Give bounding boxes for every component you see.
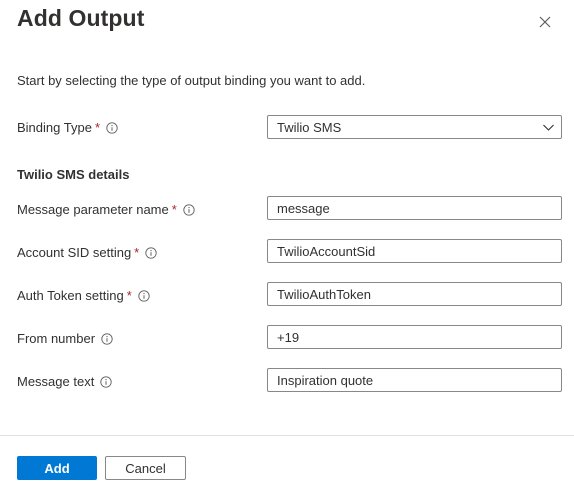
from-number-label-row: From number xyxy=(17,331,113,346)
message-parameter-label: Message parameter name xyxy=(17,202,169,217)
message-text-value: Inspiration quote xyxy=(277,372,374,388)
chevron-down-icon xyxy=(543,124,554,131)
from-number-label: From number xyxy=(17,331,96,346)
intro-text: Start by selecting the type of output bi… xyxy=(17,73,366,88)
message-text-label: Message text xyxy=(17,374,95,389)
info-icon[interactable] xyxy=(106,121,118,134)
info-icon[interactable] xyxy=(100,375,112,388)
from-number-input[interactable]: +19 xyxy=(267,325,562,349)
info-icon[interactable] xyxy=(145,246,157,259)
message-text-label-row: Message text xyxy=(17,374,112,389)
auth-token-value: TwilioAuthToken xyxy=(277,286,371,302)
add-button[interactable]: Add xyxy=(17,456,97,480)
auth-token-label-row: Auth Token setting * xyxy=(17,288,150,303)
required-marker: * xyxy=(171,202,177,217)
binding-type-select[interactable]: Twilio SMS xyxy=(267,115,562,139)
auth-token-label: Auth Token setting xyxy=(17,288,124,303)
auth-token-input[interactable]: TwilioAuthToken xyxy=(267,282,562,306)
required-marker: * xyxy=(126,288,132,303)
panel-title: Add Output xyxy=(17,5,145,31)
account-sid-input[interactable]: TwilioAccountSid xyxy=(267,239,562,263)
close-button[interactable] xyxy=(535,12,555,32)
footer-divider xyxy=(0,435,574,436)
account-sid-label: Account SID setting xyxy=(17,245,132,260)
message-parameter-value: message xyxy=(277,200,330,216)
add-output-panel: Add Output Start by selecting the type o… xyxy=(0,0,574,485)
account-sid-label-row: Account SID setting * xyxy=(17,245,157,260)
binding-type-value: Twilio SMS xyxy=(277,119,342,135)
close-icon xyxy=(539,16,551,28)
info-icon[interactable] xyxy=(183,203,195,216)
info-icon[interactable] xyxy=(138,289,150,302)
message-parameter-label-row: Message parameter name * xyxy=(17,202,195,217)
message-parameter-input[interactable]: message xyxy=(267,196,562,220)
message-text-input[interactable]: Inspiration quote xyxy=(267,368,562,392)
from-number-value: +19 xyxy=(277,329,300,345)
binding-type-label: Binding Type xyxy=(17,120,92,135)
section-heading: Twilio SMS details xyxy=(17,167,130,182)
required-marker: * xyxy=(94,120,100,135)
account-sid-value: TwilioAccountSid xyxy=(277,243,376,259)
info-icon[interactable] xyxy=(101,332,113,345)
required-marker: * xyxy=(134,245,140,260)
binding-type-label-row: Binding Type * xyxy=(17,120,118,135)
cancel-button[interactable]: Cancel xyxy=(105,456,186,480)
